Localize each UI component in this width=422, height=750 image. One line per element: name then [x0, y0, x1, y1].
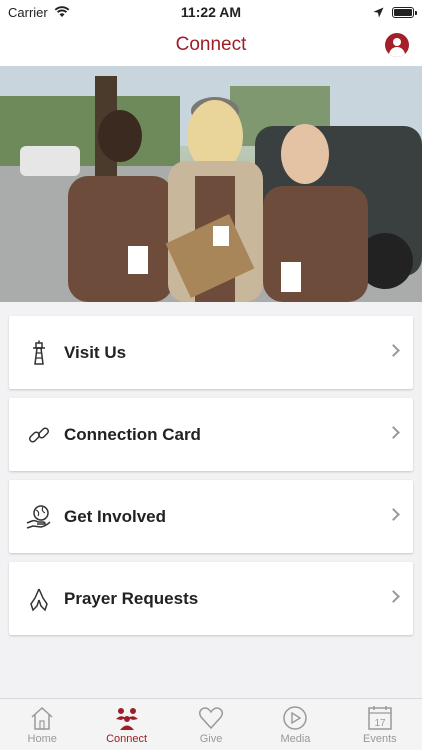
carrier-label: Carrier: [8, 4, 48, 20]
praying-hands-icon: [24, 584, 54, 614]
status-right: [274, 6, 417, 18]
tab-label: Media: [280, 733, 311, 745]
chevron-right-icon: [387, 590, 400, 603]
menu-item-prayer-requests[interactable]: Prayer Requests: [9, 562, 413, 635]
lighthouse-icon: [24, 338, 54, 368]
status-left: Carrier: [8, 5, 148, 20]
battery-fill: [394, 8, 412, 16]
tab-events[interactable]: 17 Events: [338, 699, 422, 750]
chevron-right-icon: [387, 508, 400, 521]
link-icon: [24, 420, 54, 450]
hero-photo-illustration: [0, 66, 422, 302]
chevron-right-icon: [387, 426, 400, 439]
hand-globe-icon: [24, 502, 54, 532]
play-icon: [283, 706, 308, 730]
tab-give[interactable]: Give: [169, 699, 253, 750]
status-time: 11:22 AM: [180, 4, 242, 20]
battery-icon: [392, 6, 417, 18]
home-icon: [31, 706, 53, 730]
tab-label: Events: [363, 733, 397, 745]
page-title: Connect: [175, 34, 247, 55]
chevron-right-icon: [387, 344, 400, 357]
people-icon: [115, 708, 138, 730]
nav-bar: Connect: [0, 24, 422, 66]
profile-button[interactable]: [385, 33, 409, 57]
tab-bar: Home Connect Give Media 17 Events: [0, 698, 422, 750]
menu-item-label: Visit Us: [64, 342, 127, 362]
hero-photo: [0, 66, 422, 302]
profile-icon-body: [389, 47, 405, 57]
wifi-icon: [54, 6, 70, 17]
menu-item-label: Connection Card: [64, 424, 201, 444]
tab-label: Home: [27, 733, 57, 745]
menu-item-label: Prayer Requests: [64, 588, 199, 608]
menu-item-connection-card[interactable]: Connection Card: [9, 398, 413, 471]
heart-icon: [199, 707, 224, 730]
calendar-icon: 17: [368, 706, 392, 730]
tab-connect[interactable]: Connect: [84, 699, 168, 750]
status-bar: Carrier 11:22 AM: [0, 0, 422, 24]
tab-media[interactable]: Media: [253, 699, 337, 750]
menu-item-get-involved[interactable]: Get Involved: [9, 480, 413, 553]
connect-menu-list: Visit Us Connection Card Get Involved Pr…: [9, 316, 413, 644]
tab-home[interactable]: Home: [0, 699, 84, 750]
menu-item-label: Get Involved: [64, 506, 167, 526]
calendar-date: 17: [374, 718, 386, 729]
location-arrow-icon: [373, 7, 384, 17]
menu-item-visit-us[interactable]: Visit Us: [9, 316, 413, 389]
tab-label: Connect: [106, 733, 148, 745]
profile-icon-head: [393, 38, 401, 46]
tab-label: Give: [199, 733, 223, 745]
